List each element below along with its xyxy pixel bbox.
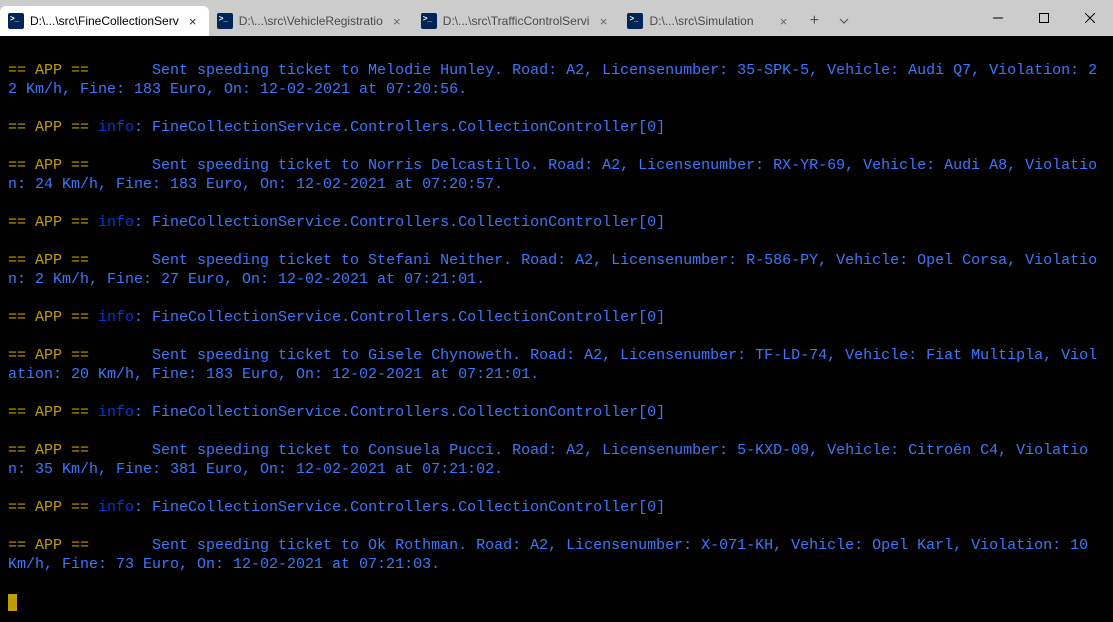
maximize-button[interactable]	[1021, 0, 1067, 36]
plus-icon: +	[810, 12, 820, 30]
log-prefix: == APP ==	[8, 347, 98, 364]
log-blank	[8, 479, 1105, 498]
log-message: Sent speeding ticket to Gisele Chynoweth…	[8, 347, 1097, 383]
log-blank	[8, 289, 1105, 308]
maximize-icon	[1039, 13, 1049, 23]
log-line: == APP == info: FineCollectionService.Co…	[8, 403, 1105, 422]
tab-3[interactable]: D:\...\src\Simulation ×	[619, 6, 799, 36]
close-icon	[1085, 13, 1095, 23]
tab-close-button[interactable]: ×	[389, 13, 405, 29]
terminal-window: D:\...\src\FineCollectionServ×D:\...\src…	[0, 0, 1113, 622]
log-blank	[8, 194, 1105, 213]
powershell-icon	[8, 13, 24, 29]
log-controller: : FineCollectionService.Controllers.Coll…	[134, 499, 665, 516]
powershell-icon	[627, 13, 643, 29]
cursor	[8, 594, 17, 611]
tab-close-button[interactable]: ×	[595, 13, 611, 29]
log-prefix: == APP ==	[8, 62, 98, 79]
log-line: == APP == info: FineCollectionService.Co…	[8, 213, 1105, 232]
prompt-line	[8, 593, 1105, 612]
log-level: info	[98, 499, 134, 516]
tab-close-button[interactable]: ×	[775, 13, 791, 29]
log-message: Sent speeding ticket to Stefani Neither.…	[8, 252, 1097, 288]
tab-strip: D:\...\src\FineCollectionServ×D:\...\src…	[0, 0, 799, 36]
log-controller: : FineCollectionService.Controllers.Coll…	[134, 309, 665, 326]
close-button[interactable]	[1067, 0, 1113, 36]
log-prefix: == APP ==	[8, 537, 98, 554]
tab-title: D:\...\src\Simulation	[649, 14, 769, 28]
log-prefix: == APP ==	[8, 214, 98, 231]
tab-title: D:\...\src\TrafficControlServi	[443, 14, 590, 28]
log-message: Sent speeding ticket to Norris Delcastil…	[8, 157, 1097, 193]
log-blank	[8, 327, 1105, 346]
log-controller: : FineCollectionService.Controllers.Coll…	[134, 404, 665, 421]
log-line: == APP == info: FineCollectionService.Co…	[8, 118, 1105, 137]
tab-close-button[interactable]: ×	[185, 13, 201, 29]
log-line: == APP == info: FineCollectionService.Co…	[8, 308, 1105, 327]
log-prefix: == APP ==	[8, 157, 98, 174]
log-line: == APP == Sent speeding ticket to Stefan…	[8, 251, 1105, 289]
log-controller: : FineCollectionService.Controllers.Coll…	[134, 119, 665, 136]
titlebar: D:\...\src\FineCollectionServ×D:\...\src…	[0, 0, 1113, 36]
log-blank	[8, 574, 1105, 593]
log-level: info	[98, 309, 134, 326]
tab-2[interactable]: D:\...\src\TrafficControlServi ×	[413, 6, 620, 36]
log-line: == APP == Sent speeding ticket to Consue…	[8, 441, 1105, 479]
tab-title: D:\...\src\VehicleRegistratio	[239, 14, 383, 28]
powershell-icon	[217, 13, 233, 29]
log-message: Sent speeding ticket to Consuela Pucci. …	[8, 442, 1088, 478]
log-level: info	[98, 214, 134, 231]
log-line: == APP == info: FineCollectionService.Co…	[8, 498, 1105, 517]
log-message: Sent speeding ticket to Ok Rothman. Road…	[8, 537, 1097, 573]
log-blank	[8, 232, 1105, 251]
log-prefix: == APP ==	[8, 499, 98, 516]
log-line: == APP == Sent speeding ticket to Gisele…	[8, 346, 1105, 384]
tab-0[interactable]: D:\...\src\FineCollectionServ ×	[0, 6, 209, 36]
log-line: == APP == Sent speeding ticket to Melodi…	[8, 61, 1105, 99]
log-prefix: == APP ==	[8, 309, 98, 326]
terminal-output[interactable]: == APP == Sent speeding ticket to Melodi…	[0, 36, 1113, 622]
log-message: Sent speeding ticket to Melodie Hunley. …	[8, 62, 1097, 98]
log-level: info	[98, 404, 134, 421]
log-prefix: == APP ==	[8, 442, 98, 459]
log-blank	[8, 99, 1105, 118]
log-blank	[8, 422, 1105, 441]
log-line: == APP == Sent speeding ticket to Ok Rot…	[8, 536, 1105, 574]
titlebar-drag-area[interactable]	[859, 0, 975, 36]
minimize-icon	[993, 13, 1003, 23]
log-prefix: == APP ==	[8, 252, 98, 269]
log-controller: : FineCollectionService.Controllers.Coll…	[134, 214, 665, 231]
log-blank	[8, 384, 1105, 403]
chevron-down-icon	[838, 15, 850, 27]
log-level: info	[98, 119, 134, 136]
new-tab-button[interactable]: +	[799, 6, 829, 36]
log-prefix: == APP ==	[8, 119, 98, 136]
powershell-icon	[421, 13, 437, 29]
log-blank	[8, 517, 1105, 536]
log-prefix: == APP ==	[8, 404, 98, 421]
log-line: == APP == Sent speeding ticket to Norris…	[8, 156, 1105, 194]
tab-title: D:\...\src\FineCollectionServ	[30, 14, 179, 28]
log-blank	[8, 137, 1105, 156]
tab-dropdown-button[interactable]	[829, 6, 859, 36]
window-controls	[975, 0, 1113, 36]
tab-1[interactable]: D:\...\src\VehicleRegistratio ×	[209, 6, 413, 36]
minimize-button[interactable]	[975, 0, 1021, 36]
